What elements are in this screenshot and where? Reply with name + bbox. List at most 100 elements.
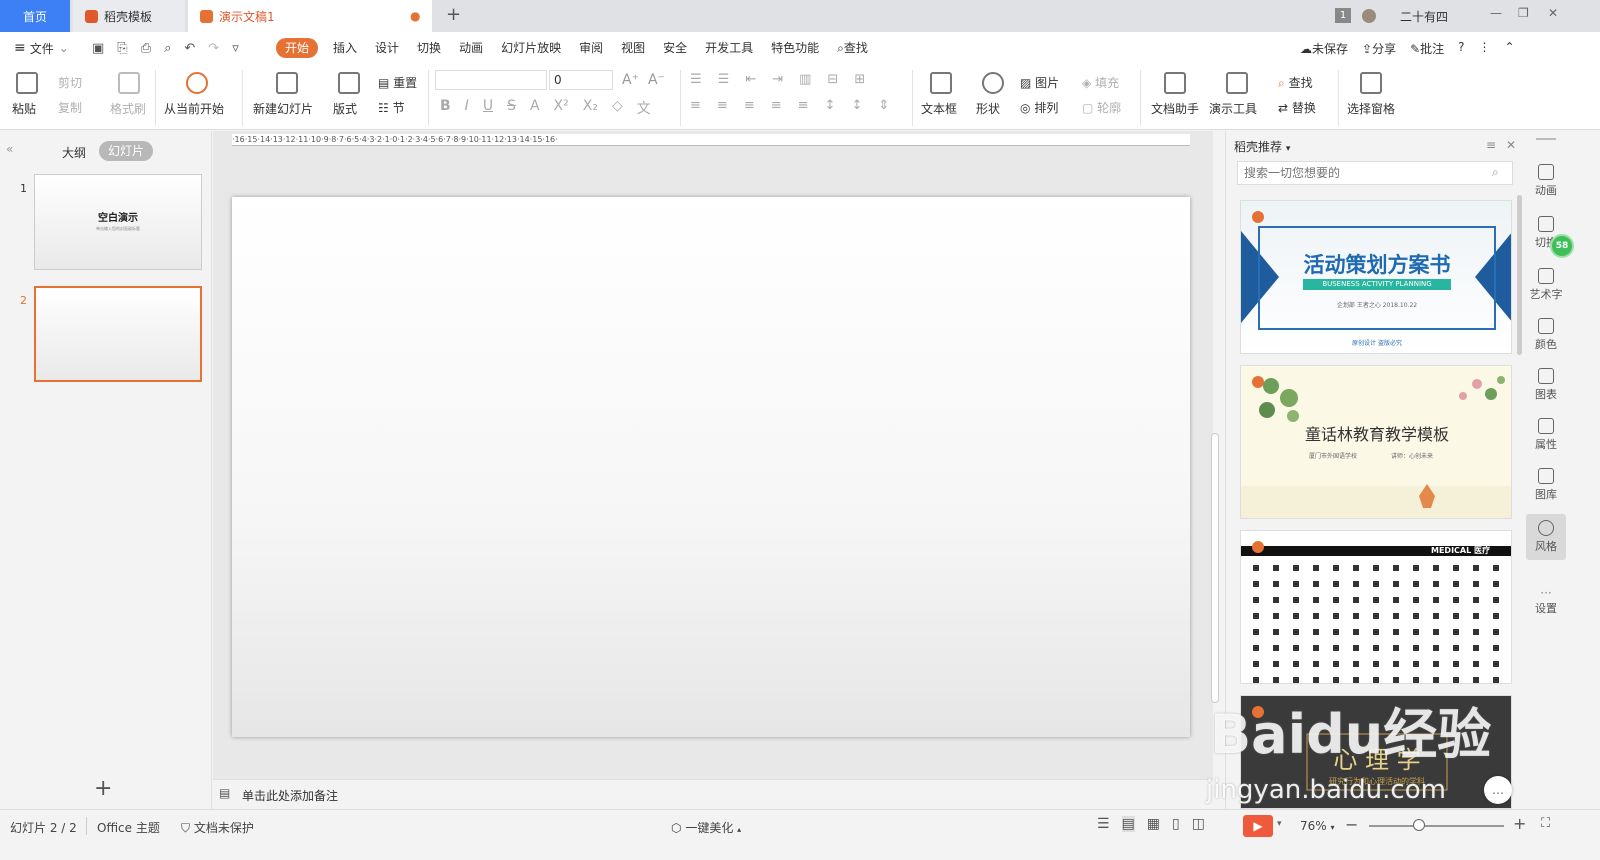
align-right-icon[interactable]: ≡ (744, 98, 755, 113)
avatar[interactable] (1362, 9, 1388, 23)
print-icon[interactable]: ⎙ (141, 41, 151, 56)
speed-badge[interactable]: 58 (1550, 234, 1574, 258)
outline-tab[interactable]: 大纲 (62, 144, 86, 161)
save-icon[interactable]: ▣ (92, 41, 104, 56)
tab-document[interactable]: 演示文稿1 ● (188, 0, 432, 32)
doc-helper-button[interactable]: 文档助手 (1151, 100, 1199, 117)
numbering-icon[interactable]: ☰ (718, 72, 730, 87)
sidebar-item-settings[interactable]: ··· 设置 (1526, 578, 1566, 624)
template-search[interactable]: ⌕ (1237, 161, 1513, 185)
pane-close-icon[interactable]: ✕ (1506, 138, 1516, 152)
justify-icon[interactable]: ≡ (771, 98, 782, 113)
strikethrough-icon[interactable]: S (507, 98, 516, 118)
play-options-icon[interactable]: ▾ (1277, 819, 1282, 829)
shrink-font-icon[interactable]: A⁻ (648, 72, 665, 88)
font-family-select[interactable] (435, 70, 547, 90)
columns-icon[interactable]: ▥ (799, 72, 811, 87)
text-direction-icon[interactable]: ⊟ (827, 72, 838, 87)
new-tab-button[interactable]: + (446, 4, 461, 25)
reading-view-icon[interactable]: ▯ (1172, 816, 1180, 832)
chat-bubble-icon[interactable]: … (1484, 776, 1512, 804)
more-options-icon[interactable]: ⋮ (1479, 40, 1491, 57)
slides-tab[interactable]: 幻灯片 (99, 141, 153, 161)
paragraph-spacing-icon[interactable]: ↕ (851, 98, 862, 113)
collapse-ribbon-icon[interactable]: ⌃ (1505, 40, 1515, 57)
para-settings-icon[interactable]: ⇕ (878, 98, 889, 113)
selection-pane-button[interactable]: 选择窗格 (1347, 100, 1395, 117)
distribute-icon[interactable]: ≡ (798, 98, 809, 113)
unsaved-button[interactable]: ☁未保存 (1300, 40, 1348, 57)
outline-button[interactable]: ▢ 轮廓 (1082, 99, 1121, 116)
tab-design[interactable]: 设计 (366, 32, 408, 64)
sidebar-item-wordart[interactable]: 艺术字 (1526, 262, 1566, 308)
tab-view[interactable]: 视图 (612, 32, 654, 64)
subscript-icon[interactable]: X₂ (583, 98, 598, 118)
increase-indent-icon[interactable]: ⇥ (772, 72, 783, 87)
tab-home-ribbon[interactable]: 开始 (276, 38, 319, 58)
fit-window-icon[interactable]: ⛶ (1541, 816, 1550, 831)
sidebar-item-properties[interactable]: 属性 (1526, 412, 1566, 458)
sidebar-item-animation[interactable]: 动画 (1526, 158, 1566, 204)
template-card-medical[interactable]: MEDICAL 医疗 (1240, 530, 1512, 684)
tab-developer[interactable]: 开发工具 (696, 32, 762, 64)
preview-icon[interactable]: ⌕ (164, 41, 171, 56)
reset-button[interactable]: ▤ 重置 (378, 74, 417, 91)
new-slide-button[interactable]: 新建幻灯片 (253, 100, 313, 117)
close-button[interactable]: ✕ (1548, 6, 1558, 20)
tab-insert[interactable]: 插入 (324, 32, 366, 64)
pane-scrollbar[interactable] (1517, 195, 1522, 355)
cut-button[interactable]: 剪切 (58, 74, 82, 91)
pane-menu-icon[interactable]: ≡ (1486, 138, 1496, 152)
beautify-button[interactable]: ⬡ 一键美化 ▴ (671, 819, 741, 836)
layout-button[interactable]: 版式 (333, 100, 357, 117)
shape-button[interactable]: 形状 (976, 100, 1000, 117)
arrange-button[interactable]: ◎ 排列 (1020, 99, 1058, 116)
decrease-indent-icon[interactable]: ⇤ (745, 72, 756, 87)
share-button[interactable]: ⇪分享 (1362, 40, 1396, 57)
export-icon[interactable]: ⎘ (117, 41, 127, 56)
tab-home[interactable]: 首页 (0, 0, 70, 32)
add-slide-button[interactable]: + (94, 778, 112, 800)
notes-pane[interactable]: ▤ 单击此处添加备注 (213, 779, 1213, 809)
tab-review[interactable]: 审阅 (570, 32, 612, 64)
font-size-select[interactable]: 0 (549, 70, 613, 90)
template-card-fairy[interactable]: 童话林教育教学模板 厦门市外国语学校 讲师：心创未来 (1240, 365, 1512, 519)
fill-button[interactable]: ◈ 填充 (1082, 74, 1119, 91)
textbox-button[interactable]: 文本框 (921, 100, 957, 117)
normal-view-icon[interactable]: ▤ (1121, 816, 1135, 832)
tab-template[interactable]: 稻壳模板 (73, 0, 185, 32)
tab-animation[interactable]: 动画 (450, 32, 492, 64)
align-text-icon[interactable]: ⊞ (854, 72, 865, 87)
picture-button[interactable]: ▨ 图片 (1020, 74, 1059, 91)
zoom-slider-track[interactable] (1369, 825, 1504, 827)
tab-transition[interactable]: 切换 (408, 32, 450, 64)
section-button[interactable]: ☷ 节 (378, 99, 405, 116)
find-button[interactable]: ⌕ 查找 (1278, 74, 1313, 91)
superscript-icon[interactable]: X² (554, 98, 569, 118)
sidebar-item-color[interactable]: 颜色 (1526, 312, 1566, 358)
restore-button[interactable]: ❐ (1518, 6, 1529, 20)
theme-name[interactable]: Office 主题 (97, 819, 160, 836)
zoom-slider-thumb[interactable] (1413, 819, 1425, 831)
sorter-view-icon[interactable]: ▦ (1147, 816, 1160, 832)
file-menu[interactable]: ≡ 文件 ⌄ (0, 40, 80, 57)
clear-format-icon[interactable]: ◇ (612, 98, 623, 118)
underline-icon[interactable]: U (483, 98, 493, 118)
zoom-out-button[interactable]: − (1345, 815, 1358, 834)
template-search-input[interactable] (1244, 165, 1484, 181)
collapse-pane-icon[interactable]: « (6, 142, 13, 156)
sidebar-item-style[interactable]: 风格 (1526, 514, 1566, 560)
font-color-icon[interactable]: A (530, 98, 540, 118)
tab-features[interactable]: 特色功能 (762, 32, 828, 64)
paste-button[interactable] (16, 72, 38, 94)
sidebar-item-gallery[interactable]: 图库 (1526, 462, 1566, 508)
play-from-current-button[interactable]: 从当前开始 (164, 100, 224, 117)
bullets-icon[interactable]: ☰ (690, 72, 702, 87)
template-card-activity[interactable]: 活动策划方案书 BUSENESS ACTIVITY PLANNING 企划部 王… (1240, 200, 1512, 354)
minimize-button[interactable]: — (1490, 6, 1502, 20)
zoom-level[interactable]: 76% ▾ (1300, 819, 1335, 833)
template-pane-title[interactable]: 稻壳推荐 ▾ (1234, 138, 1290, 155)
slide-canvas[interactable] (232, 197, 1190, 737)
sidebar-item-chart[interactable]: 图表 (1526, 362, 1566, 408)
italic-icon[interactable]: I (465, 98, 469, 118)
